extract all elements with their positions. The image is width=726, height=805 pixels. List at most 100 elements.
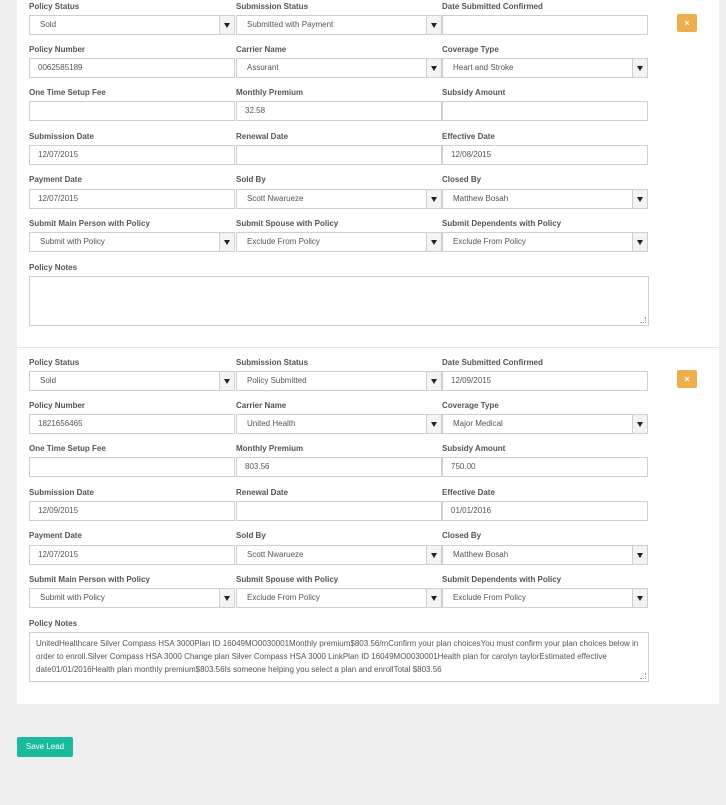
monthly-premium-input[interactable]: 803.56 (236, 457, 442, 477)
dropdown-arrow-icon[interactable] (426, 233, 441, 251)
resize-grip-icon[interactable] (640, 673, 646, 679)
effective-date-value: 01/01/2016 (451, 506, 492, 515)
submission-status-select[interactable]: Submitted with Payment (236, 15, 442, 35)
submit-spouse-select[interactable]: Exclude From Policy (236, 232, 442, 252)
close-icon: × (684, 374, 690, 384)
submit-spouse-select[interactable]: Exclude From Policy (236, 588, 442, 608)
payment-date-label: Payment Date (29, 175, 82, 184)
effective-date-input[interactable]: 01/01/2016 (442, 501, 648, 521)
submit-dependents-value: Exclude From Policy (453, 593, 526, 602)
dropdown-arrow-icon[interactable] (426, 59, 441, 77)
coverage-type-value: Major Medical (453, 419, 503, 428)
dropdown-arrow-icon[interactable] (426, 372, 441, 390)
policy-status-value: Sold (40, 20, 57, 29)
dropdown-arrow-icon[interactable] (632, 415, 647, 433)
submission-date-input[interactable]: 12/07/2015 (29, 145, 235, 165)
dropdown-arrow-icon[interactable] (632, 546, 647, 564)
policy-status-label: Policy Status (29, 2, 80, 11)
carrier-name-select[interactable]: United Health (236, 414, 442, 434)
submit-dependents-select[interactable]: Exclude From Policy (442, 588, 648, 608)
resize-grip-icon[interactable] (640, 317, 646, 323)
dropdown-arrow-icon[interactable] (632, 589, 647, 607)
policy-number-input[interactable]: 1821656465 (29, 414, 235, 434)
dropdown-arrow-icon[interactable] (632, 233, 647, 251)
payment-date-value: 12/07/2015 (38, 550, 79, 559)
closed-by-select[interactable]: Matthew Bosah (442, 545, 648, 565)
close-icon: × (684, 18, 690, 28)
policy-notes-label: Policy Notes (29, 263, 78, 272)
submission-status-value: Policy Submitted (247, 376, 307, 385)
submit-dependents-select[interactable]: Exclude From Policy (442, 232, 648, 252)
coverage-type-label: Coverage Type (442, 45, 499, 54)
date-submitted-confirmed-input[interactable] (442, 15, 648, 35)
dropdown-arrow-icon[interactable] (426, 415, 441, 433)
effective-date-label: Effective Date (442, 488, 495, 497)
submit-main-label: Submit Main Person with Policy (29, 575, 150, 584)
submission-status-label: Submission Status (236, 358, 309, 367)
remove-policy-button[interactable]: × (677, 14, 697, 32)
submit-main-select[interactable]: Submit with Policy (29, 232, 235, 252)
policy-status-label: Policy Status (29, 358, 80, 367)
monthly-premium-value: 803.56 (245, 462, 270, 471)
subsidy-amount-label: Subsidy Amount (442, 444, 506, 453)
sold-by-select[interactable]: Scott Nwarueze (236, 189, 442, 209)
submit-spouse-label: Submit Spouse with Policy (236, 575, 339, 584)
policy-number-label: Policy Number (29, 401, 86, 410)
policy-notes-textarea[interactable]: UnitedHealthcare Silver Compass HSA 3000… (29, 632, 649, 682)
policy-number-value: 1821656465 (38, 419, 83, 428)
payment-date-input[interactable]: 12/07/2015 (29, 189, 235, 209)
dropdown-arrow-icon[interactable] (426, 546, 441, 564)
submission-status-label: Submission Status (236, 2, 309, 11)
policy-notes-label: Policy Notes (29, 619, 78, 628)
dropdown-arrow-icon[interactable] (632, 59, 647, 77)
policy-status-select[interactable]: Sold (29, 15, 235, 35)
dropdown-arrow-icon[interactable] (219, 233, 234, 251)
policy-status-value: Sold (40, 376, 57, 385)
policy-notes-textarea[interactable] (29, 276, 649, 326)
date-submitted-confirmed-label: Date Submitted Confirmed (442, 2, 543, 11)
carrier-name-select[interactable]: Assurant (236, 58, 442, 78)
closed-by-select[interactable]: Matthew Bosah (442, 189, 648, 209)
one-time-setup-fee-input[interactable] (29, 101, 235, 121)
remove-policy-button[interactable]: × (677, 370, 697, 388)
dropdown-arrow-icon[interactable] (426, 16, 441, 34)
dropdown-arrow-icon[interactable] (632, 190, 647, 208)
coverage-type-select[interactable]: Heart and Stroke (442, 58, 648, 78)
effective-date-input[interactable]: 12/08/2015 (442, 145, 648, 165)
monthly-premium-input[interactable]: 32.58 (236, 101, 442, 121)
policy-notes-text: UnitedHealthcare Silver Compass HSA 3000… (36, 639, 639, 674)
monthly-premium-label: Monthly Premium (236, 444, 304, 453)
dropdown-arrow-icon[interactable] (426, 190, 441, 208)
sold-by-label: Sold By (236, 531, 266, 540)
subsidy-amount-input[interactable]: 750.00 (442, 457, 648, 477)
one-time-setup-fee-input[interactable] (29, 457, 235, 477)
dropdown-arrow-icon[interactable] (426, 589, 441, 607)
carrier-name-value: Assurant (247, 63, 279, 72)
subsidy-amount-label: Subsidy Amount (442, 88, 506, 97)
dropdown-arrow-icon[interactable] (219, 16, 234, 34)
submission-date-input[interactable]: 12/09/2015 (29, 501, 235, 521)
submit-spouse-value: Exclude From Policy (247, 237, 320, 246)
effective-date-value: 12/08/2015 (451, 150, 492, 159)
policy-number-value: 0062585189 (38, 63, 83, 72)
date-submitted-confirmed-value: 12/09/2015 (451, 376, 492, 385)
carrier-name-label: Carrier Name (236, 401, 287, 410)
save-lead-button[interactable]: Save Lead (17, 737, 73, 757)
renewal-date-input[interactable] (236, 145, 442, 165)
payment-date-input[interactable]: 12/07/2015 (29, 545, 235, 565)
subsidy-amount-input[interactable] (442, 101, 648, 121)
policy-number-input[interactable]: 0062585189 (29, 58, 235, 78)
submission-status-value: Submitted with Payment (247, 20, 334, 29)
renewal-date-input[interactable] (236, 501, 442, 521)
submission-status-select[interactable]: Policy Submitted (236, 371, 442, 391)
closed-by-label: Closed By (442, 531, 482, 540)
date-submitted-confirmed-input[interactable]: 12/09/2015 (442, 371, 648, 391)
carrier-name-value: United Health (247, 419, 296, 428)
sold-by-select[interactable]: Scott Nwarueze (236, 545, 442, 565)
policy-status-select[interactable]: Sold (29, 371, 235, 391)
submit-main-select[interactable]: Submit with Policy (29, 588, 235, 608)
closed-by-label: Closed By (442, 175, 482, 184)
coverage-type-select[interactable]: Major Medical (442, 414, 648, 434)
dropdown-arrow-icon[interactable] (219, 589, 234, 607)
dropdown-arrow-icon[interactable] (219, 372, 234, 390)
